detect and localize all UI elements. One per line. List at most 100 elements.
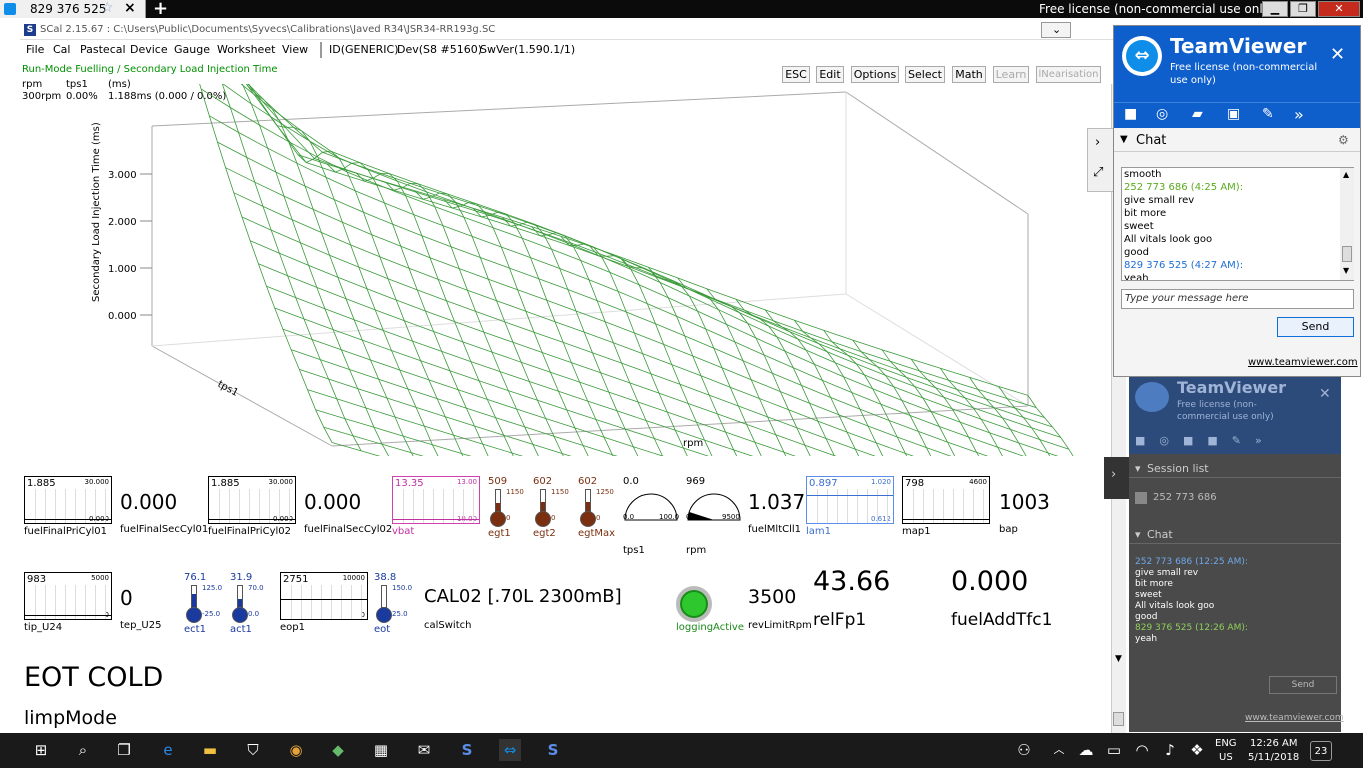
surface-chart[interactable]: 0.000 1.000 2.000 3.000 Secondary Load Inje…	[20, 84, 1110, 456]
video-icon[interactable]: ■	[1124, 106, 1137, 122]
chat-icon[interactable]: ▰	[1192, 106, 1203, 122]
close-window-icon[interactable]: ✕	[1318, 1, 1360, 17]
number-gauge-relFp1[interactable]: 43.66	[813, 566, 890, 597]
files-icon[interactable]: ▣	[1227, 106, 1240, 122]
thermo-bulb	[376, 607, 392, 623]
windows-taskbar: ⊞ ⌕ ❐ e ▬ ⛉ ◉ ◆ ▦ ✉ S ⇔ S ⚇ ︿ ☁ ▭ ◠ ♪ ❖ …	[0, 733, 1363, 768]
gauge-label: vbat	[392, 526, 415, 537]
search-icon[interactable]: ⌕	[72, 739, 94, 761]
minimize-icon[interactable]: ▁	[1262, 1, 1288, 17]
number-gauge-fuelMltCll1[interactable]: 1.037	[748, 490, 805, 514]
trend-grid	[75, 489, 76, 523]
clock-time[interactable]: 12:26 AM	[1250, 738, 1297, 749]
tray-chevron-icon[interactable]: ︿	[1048, 739, 1070, 761]
number-gauge-fuelFinalSecCyl01[interactable]: 0.000	[120, 490, 177, 514]
linearisation-button[interactable]: lNearisation	[1036, 66, 1101, 83]
gauge-panel: 1.885 30.000 0.000 fuelFinalPriCyl01 0.000 fu…	[0, 456, 1110, 733]
people-icon[interactable]: ⚇	[1013, 739, 1035, 761]
trend-grid	[433, 489, 434, 523]
trend-gauge-tip_U24[interactable]: 98350000	[24, 572, 112, 620]
panel-side-tab[interactable]: › ⤢	[1087, 128, 1113, 192]
trend-gauge-fuelFinalPriCyl01[interactable]: 1.885 30.000 0.000	[24, 476, 112, 524]
scroll-thumb[interactable]	[1113, 712, 1124, 726]
trend-grid	[75, 585, 76, 619]
select-button[interactable]: Select	[905, 66, 945, 83]
chat-section-header[interactable]: ▼ Chat ⚙	[1114, 130, 1360, 152]
chat-history-box[interactable]: smooth 252 773 686 (4:25 AM): give small r…	[1121, 167, 1354, 281]
trend-grid	[953, 489, 954, 523]
trend-grid	[239, 489, 240, 523]
trend-gauge-eop1[interactable]: 2751 10000 0	[280, 572, 368, 620]
teamviewer-link[interactable]: www.teamviewer.com	[1248, 357, 1358, 368]
more-icon[interactable]: »	[1294, 105, 1304, 124]
scal-taskbar-icon-2[interactable]: S	[542, 739, 564, 761]
esc-button[interactable]: ESC	[782, 66, 810, 83]
thermo-min: 0.0	[248, 610, 260, 618]
menu-gauge[interactable]: Gauge	[174, 43, 210, 56]
edit-button[interactable]: Edit	[816, 66, 844, 83]
collapse-toolbar-button[interactable]: ⌄	[1041, 22, 1071, 38]
task-view-icon[interactable]: ❐	[113, 739, 135, 761]
expand-icon[interactable]: ⤢	[1093, 165, 1103, 180]
close-tab-icon[interactable]: ×	[124, 0, 136, 16]
math-button[interactable]: Math	[952, 66, 986, 83]
store-icon[interactable]: ⛉	[242, 739, 264, 761]
remote-session-tab[interactable]: 829 376 525 ☆ ×	[0, 0, 146, 18]
tv-close-icon[interactable]: ✕	[1330, 44, 1345, 65]
number-gauge-fuelAddTfc1[interactable]: 0.000	[951, 566, 1028, 597]
start-icon[interactable]: ⊞	[30, 739, 52, 761]
restore-icon[interactable]: ❐	[1290, 1, 1316, 17]
star-icon[interactable]: ☆	[101, 0, 114, 16]
learn-button[interactable]: Learn	[993, 66, 1029, 83]
number-gauge-bap[interactable]: 1003	[999, 490, 1050, 514]
notification-center[interactable]: 23	[1310, 741, 1332, 761]
lang-eng[interactable]: ENG	[1215, 738, 1237, 749]
app-icon[interactable]: ◆	[327, 739, 349, 761]
trend-gauge-map1[interactable]: 798 4600	[902, 476, 990, 524]
menu-device[interactable]: Device	[130, 43, 168, 56]
number-gauge-tep_U25[interactable]: 0	[120, 586, 133, 610]
cloud-icon[interactable]: ☁	[1075, 739, 1097, 761]
send-button[interactable]: Send	[1277, 317, 1354, 337]
teamviewer-taskbar-icon[interactable]: ⇔	[499, 739, 521, 761]
menu-cal[interactable]: Cal	[53, 43, 70, 56]
file-explorer-icon[interactable]: ▬	[199, 739, 221, 761]
menu-pastecal[interactable]: Pastecal	[80, 43, 126, 56]
chrome-icon[interactable]: ◉	[285, 739, 307, 761]
chat-message-input[interactable]: Type your message here	[1121, 289, 1354, 309]
cal-switch-value[interactable]: CAL02 [.70L 2300mB]	[424, 586, 622, 607]
clock-date[interactable]: 5/11/2018	[1248, 752, 1299, 763]
trend-gauge-fuelFinalPriCyl02[interactable]: 1.885 30.000 0.000	[208, 476, 296, 524]
menu-worksheet[interactable]: Worksheet	[217, 43, 275, 56]
scroll-down-icon[interactable]: ▼	[1115, 654, 1122, 664]
menu-view[interactable]: View	[282, 43, 308, 56]
tools-icon[interactable]: ✎	[1262, 106, 1274, 122]
menu-file[interactable]: File	[26, 43, 44, 56]
headset-icon[interactable]: ◎	[1156, 106, 1168, 122]
number-gauge-revLimitRpm[interactable]: 3500	[748, 586, 796, 608]
dropbox-icon[interactable]: ❖	[1186, 739, 1208, 761]
battery-icon[interactable]: ▭	[1103, 739, 1125, 761]
mesh-line-tps	[250, 240, 837, 456]
chart-box	[151, 91, 1029, 447]
number-gauge-fuelFinalSecCyl02[interactable]: 0.000	[304, 490, 361, 514]
calculator-icon[interactable]: ▦	[370, 739, 392, 761]
lang-us[interactable]: US	[1219, 752, 1233, 763]
new-tab-button[interactable]: +	[153, 0, 168, 19]
tab-title: 829 376 525	[30, 2, 107, 16]
trend-gauge-vbat[interactable]: 13.35 13.00 10.00	[392, 476, 480, 524]
trend-gauge-lam1[interactable]: 0.897 1.020 0.612	[806, 476, 894, 524]
volume-icon[interactable]: ♪	[1159, 739, 1181, 761]
mail-icon[interactable]: ✉	[413, 739, 435, 761]
chevron-right-icon[interactable]: ›	[1095, 135, 1100, 150]
edge-icon[interactable]: e	[157, 739, 179, 761]
remote-chevron-icon: ›	[1111, 467, 1117, 482]
z-tick-label: 3.000	[108, 170, 137, 181]
scal-taskbar-icon[interactable]: S	[456, 739, 478, 761]
collapse-chat-icon[interactable]: ▼	[1120, 134, 1128, 145]
chat-settings-icon[interactable]: ⚙	[1338, 133, 1349, 147]
options-button[interactable]: Options	[851, 66, 899, 83]
scal-window-title: SCal 2.15.67 : C:\Users\Public\Documents…	[40, 24, 496, 35]
chat-scrollbar[interactable]: ▲ ▼	[1340, 168, 1354, 280]
wifi-icon[interactable]: ◠	[1131, 739, 1153, 761]
